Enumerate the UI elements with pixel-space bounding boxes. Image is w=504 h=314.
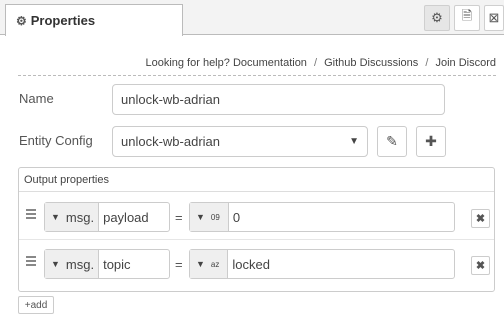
lhs-type-select[interactable]: ▼ msg. bbox=[45, 203, 100, 231]
appearance-tab-button[interactable]: ⊠ bbox=[484, 5, 504, 31]
description-tab-button[interactable]: 🗎 bbox=[454, 5, 480, 31]
name-label: Name bbox=[19, 91, 54, 106]
output-row: ▼ msg. payload = ▼ 09 0 ✖ bbox=[19, 194, 494, 240]
number-type-icon: 09 bbox=[210, 212, 220, 222]
remove-row-button[interactable]: ✖ bbox=[471, 209, 490, 228]
name-input-value: unlock-wb-adrian bbox=[121, 92, 220, 107]
drag-handle-icon[interactable] bbox=[26, 209, 36, 219]
string-type-icon: az bbox=[210, 259, 220, 269]
plus-icon: ✚ bbox=[425, 133, 437, 149]
layout-icon: ⊠ bbox=[488, 10, 500, 25]
gear-icon: ⚙ bbox=[431, 10, 443, 25]
settings-tab-button[interactable]: ⚙ bbox=[424, 5, 450, 31]
close-icon: ✖ bbox=[475, 260, 486, 272]
lhs-type-select[interactable]: ▼ msg. bbox=[45, 250, 100, 278]
rhs-typed-input[interactable]: ▼ 09 0 bbox=[189, 202, 455, 232]
drag-handle-icon[interactable] bbox=[26, 256, 36, 266]
gear-icon: ⚙ bbox=[16, 13, 27, 28]
remove-row-button[interactable]: ✖ bbox=[471, 256, 490, 275]
entity-config-label: Entity Config bbox=[19, 133, 93, 148]
github-discussions-link[interactable]: Github Discussions bbox=[324, 57, 418, 69]
edit-config-button[interactable]: ✎ bbox=[377, 126, 407, 157]
equals-sign: = bbox=[175, 210, 183, 225]
document-icon: 🗎 bbox=[461, 8, 473, 23]
name-input[interactable]: unlock-wb-adrian bbox=[112, 84, 445, 115]
equals-sign: = bbox=[175, 257, 183, 272]
caret-down-icon: ▼ bbox=[196, 212, 205, 222]
output-properties-header: Output properties bbox=[19, 168, 494, 192]
lhs-type-label: msg. bbox=[65, 209, 95, 225]
lhs-value: topic bbox=[103, 256, 131, 272]
rhs-type-select[interactable]: ▼ 09 bbox=[190, 203, 229, 231]
tab-bar: ⚙ Properties ⚙ 🗎 ⊠ bbox=[0, 0, 504, 36]
rhs-type-select[interactable]: ▼ az bbox=[190, 250, 229, 278]
add-label: add bbox=[30, 299, 48, 311]
help-prefix: Looking for help? bbox=[145, 57, 230, 69]
help-line: Looking for help? Documentation / Github… bbox=[18, 57, 496, 76]
rhs-typed-input[interactable]: ▼ az locked bbox=[189, 249, 455, 279]
caret-down-icon: ▼ bbox=[51, 212, 60, 222]
output-properties-panel: Output properties ▼ msg. payload = ▼ 09 … bbox=[18, 167, 495, 292]
entity-config-value: unlock-wb-adrian bbox=[121, 134, 220, 149]
lhs-typed-input[interactable]: ▼ msg. payload bbox=[44, 202, 170, 232]
help-separator: / bbox=[425, 57, 429, 69]
caret-down-icon: ▼ bbox=[196, 259, 205, 269]
pencil-icon: ✎ bbox=[386, 133, 398, 149]
rhs-value: 0 bbox=[232, 209, 241, 225]
help-separator: / bbox=[314, 57, 318, 69]
tab-properties[interactable]: ⚙ Properties bbox=[5, 4, 183, 36]
join-discord-link[interactable]: Join Discord bbox=[435, 57, 496, 69]
add-config-button[interactable]: ✚ bbox=[416, 126, 446, 157]
lhs-type-label: msg. bbox=[65, 256, 95, 272]
entity-config-select[interactable]: unlock-wb-adrian ▼ bbox=[112, 126, 368, 157]
add-output-button[interactable]: + add bbox=[18, 296, 54, 314]
documentation-link[interactable]: Documentation bbox=[233, 57, 307, 69]
lhs-value: payload bbox=[103, 209, 149, 225]
rhs-value: locked bbox=[232, 256, 270, 272]
tab-title: Properties bbox=[30, 13, 96, 28]
chevron-down-icon: ▼ bbox=[349, 136, 359, 147]
close-icon: ✖ bbox=[475, 213, 486, 225]
caret-down-icon: ▼ bbox=[51, 259, 60, 269]
lhs-typed-input[interactable]: ▼ msg. topic bbox=[44, 249, 170, 279]
output-row: ▼ msg. topic = ▼ az locked ✖ bbox=[19, 241, 494, 287]
